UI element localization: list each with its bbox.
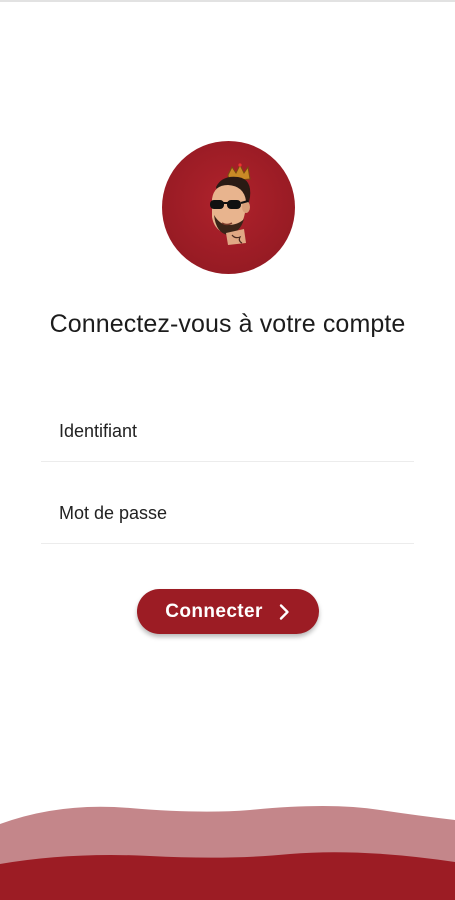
username-input[interactable] [41,402,414,461]
password-field[interactable] [41,484,414,544]
page-title: Connectez-vous à votre compte [49,310,406,338]
login-button-label: Connecter [165,600,263,622]
chevron-right-icon [279,603,289,620]
footer-wave-decoration [0,806,455,900]
password-input[interactable] [41,484,414,543]
login-button[interactable]: Connecter [137,589,319,634]
login-screen: Connectez-vous à votre compte Connecter [0,0,455,900]
avatar [162,141,295,274]
avatar-illustration-icon [210,163,251,245]
username-field[interactable] [41,402,414,462]
